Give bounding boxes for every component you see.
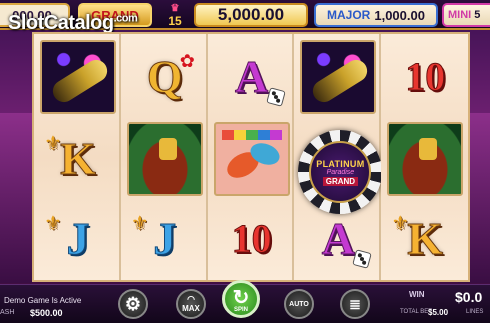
win-label: WIN [409,290,425,299]
major-jackpot-value: 1,000.00 [374,7,425,23]
ten-symbol: 10 [405,54,446,99]
symbol-cell: 10 [212,200,292,278]
major-jackpot: MAJOR 1,000.00 [314,3,438,27]
bet-coins-button[interactable]: ≣ [340,289,370,319]
champagne-bottle-icon [309,55,372,107]
dice-icon [265,87,286,107]
gear-icon: ⚙ [124,293,142,314]
king-symbol: K [60,133,97,184]
symbol-cell: A [298,200,378,278]
roulette-trophy-icon [158,138,177,160]
chip-text-line1: PLATINUM [316,158,365,169]
jack-symbol: J [153,213,177,264]
symbol-cell [38,38,118,116]
symbol-cell [125,120,205,198]
lines-label: LINES [466,309,484,315]
fleur-de-lis-icon: ⚜ [130,213,149,235]
total-bet-value: $5.00 [428,308,449,317]
champagne-symbol [300,40,377,114]
symbol-cell: PLATINUM Paradise GRAND [298,120,383,214]
speedometer-icon: ◠ [187,294,195,304]
settings-button[interactable]: ⚙ [118,289,148,319]
win-value: $0.0 [455,289,483,305]
symbol-cell: A [212,38,292,116]
reel-4: PLATINUM Paradise GRAND A [294,34,383,280]
mini-jackpot-value: 5 [474,9,481,21]
chip-text-line2: Paradise [326,168,355,176]
spin-label: SPIN [233,307,248,313]
champagne-bottle-icon [48,55,112,107]
grand-jackpot-value: 5,000.00 [194,3,308,27]
roulette-trophy-icon [419,138,438,160]
fleur-de-lis-icon: ⚜ [44,133,62,155]
symbol-cell [385,120,465,198]
mini-jackpot: MINI 5 [442,3,490,27]
major-jackpot-label: MAJOR [327,8,371,22]
roulette-symbol [387,122,464,196]
maracas-symbol [213,122,290,196]
watermark-domain: .com [113,12,138,25]
symbol-cell: K ⚜ [38,120,118,198]
coin-stack-icon: ≣ [349,295,361,312]
symbol-cell [212,120,292,198]
balance-label: ASH [0,309,15,316]
reel-2: Q ✿ J ⚜ [120,34,208,280]
fleur-de-lis-icon: ⚜ [391,213,410,235]
max-bet-button[interactable]: ◠ MAX [176,289,206,319]
watermark-brand: SlotCatalog [8,12,114,34]
dice-icon [352,249,373,269]
king-symbol: K [407,213,444,264]
chip-text-line3: GRAND [322,176,359,186]
fleur-de-lis-icon: ⚜ [44,213,62,235]
champagne-symbol [40,40,116,114]
jack-symbol: J [66,213,90,264]
symbol-cell: J ⚜ [38,200,118,278]
roulette-symbol [126,122,203,196]
reel-1: K ⚜ J ⚜ [34,34,121,280]
reel-3: A 10 [207,34,295,280]
spin-button[interactable]: ↻ SPIN [222,280,260,318]
rose-icon: ✿ [179,51,195,71]
symbol-cell: Q ✿ [125,38,205,116]
balance-value: $500.00 [30,308,63,318]
symbol-cell: J ⚜ [125,200,205,278]
bunting-flags-icon [221,130,282,140]
symbol-cell: K ⚜ [385,200,465,278]
demo-mode-message: Demo Game Is Active [4,296,82,305]
ace-symbol: A [321,213,355,264]
ace-symbol: A [234,51,269,102]
queen-symbol: Q [146,51,183,102]
mini-jackpot-label: MINI [448,9,472,21]
reel-5: 10 K ⚜ [381,34,468,280]
symbol-cell: 10 [385,38,465,116]
jackpot-level: ♛ 15 [160,2,190,28]
max-bet-label: MAX [182,304,200,313]
autoplay-label: AUTO [289,300,309,308]
ten-symbol: 10 [231,216,272,261]
jackpot-level-value: 15 [168,14,182,28]
reels-grid: K ⚜ J ⚜ Q ✿ J ⚜ A 10 PLATINUM Paradise G… [32,32,470,282]
symbol-cell [298,38,378,116]
autoplay-button[interactable]: AUTO [284,289,314,319]
city-skyline-left [0,113,32,283]
chip-logo: PLATINUM Paradise GRAND [309,141,372,203]
